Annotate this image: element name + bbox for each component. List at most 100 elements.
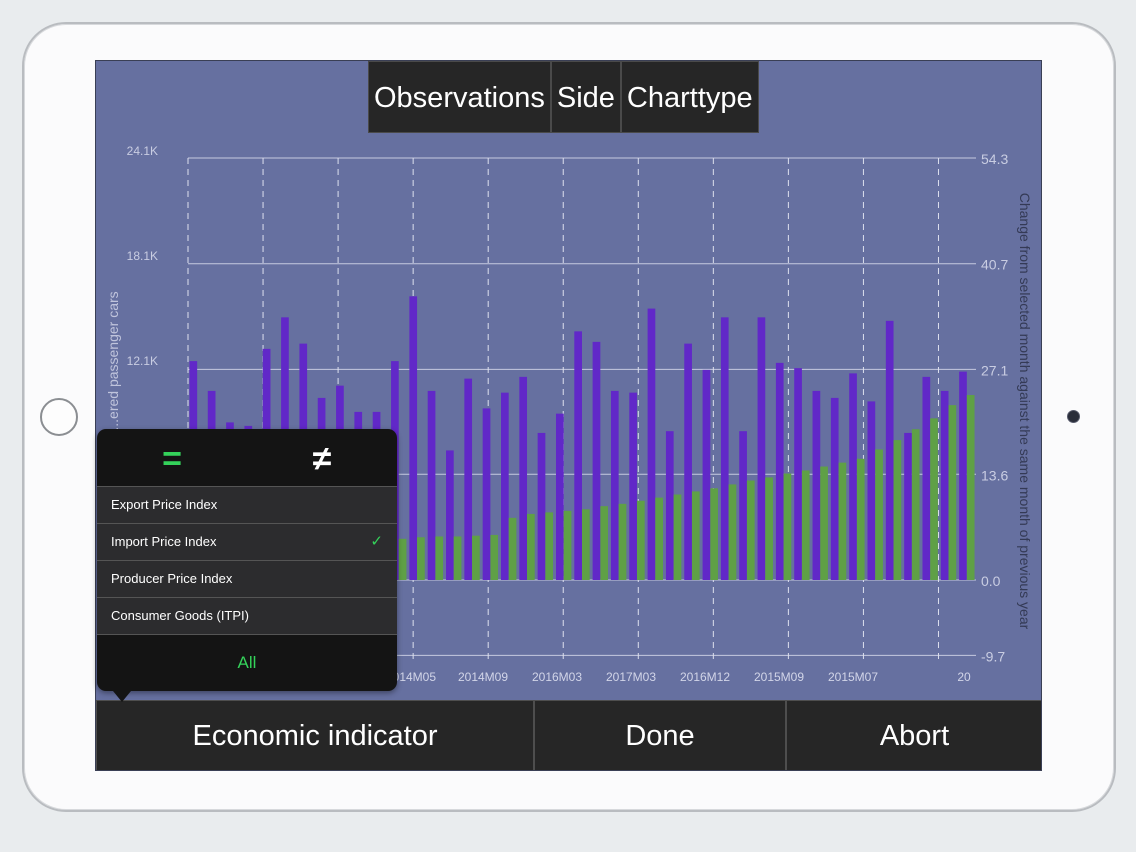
popover-arrow	[113, 691, 131, 702]
bar-registrations	[555, 413, 564, 580]
equal-operator-button[interactable]: =	[97, 429, 247, 486]
checkmark-icon: ✓	[370, 533, 383, 550]
bar-registrations	[959, 371, 967, 580]
bar-registrations	[867, 401, 876, 580]
bar-registrations	[849, 373, 857, 580]
bar-registrations	[610, 390, 619, 580]
bar-registrations	[739, 431, 747, 580]
bar-change	[691, 491, 700, 580]
tab-side[interactable]: Side	[550, 61, 621, 133]
bar-change	[893, 440, 902, 580]
bar-change	[490, 534, 499, 580]
x-axis-tick-label: 2017M03	[606, 670, 656, 684]
bar-registrations	[904, 432, 912, 580]
bar-registrations	[464, 378, 473, 580]
bar-registrations	[446, 450, 454, 580]
not-equal-operator-button[interactable]: ≠	[247, 429, 397, 486]
home-button[interactable]	[40, 398, 78, 436]
bar-change	[746, 480, 755, 580]
left-axis-label: ...ered passenger cars	[105, 291, 121, 430]
option-producer-price-index[interactable]: Producer Price Index	[97, 560, 397, 597]
operator-row: = ≠	[97, 429, 397, 486]
bar-registrations	[629, 392, 637, 580]
bar-registrations	[830, 397, 839, 580]
bar-registrations	[720, 317, 729, 580]
abort-button[interactable]: Abort	[786, 700, 1041, 770]
bar-registrations	[592, 341, 601, 580]
bar-change	[728, 484, 737, 580]
bar-registrations	[812, 390, 821, 580]
right-axis-label: Change from selected month against the s…	[1017, 193, 1033, 630]
option-export-price-index[interactable]: Export Price Index	[97, 486, 397, 523]
bar-change	[966, 395, 975, 580]
bar-registrations	[574, 331, 582, 580]
economic-indicator-button[interactable]: Economic indicator	[96, 700, 534, 770]
bar-change	[783, 473, 792, 580]
right-axis-tick-label: 0.0	[981, 573, 1001, 589]
bar-change	[911, 429, 920, 580]
x-axis-tick-label: 2015M09	[754, 670, 804, 684]
left-axis-tick-label: 24.1K	[127, 144, 158, 158]
option-label: Export Price Index	[111, 497, 218, 512]
right-axis-tick-label: -9.7	[981, 648, 1005, 664]
bar-registrations	[482, 408, 491, 580]
bar-change	[563, 510, 572, 580]
top-toolbar: Observations Side Charttype	[368, 61, 759, 133]
bar-registrations	[537, 432, 546, 580]
bar-change	[618, 503, 627, 580]
bar-change	[948, 405, 957, 580]
option-import-price-index[interactable]: Import Price Index ✓	[97, 523, 397, 560]
bar-change	[655, 497, 663, 580]
bar-registrations	[647, 308, 656, 580]
done-button[interactable]: Done	[534, 700, 786, 770]
option-consumer-goods-itpi[interactable]: Consumer Goods (ITPI)	[97, 597, 397, 634]
bar-change	[398, 538, 407, 580]
bar-change	[820, 466, 828, 580]
option-label: Producer Price Index	[111, 571, 233, 586]
bar-registrations	[922, 376, 931, 580]
bar-registrations	[940, 390, 949, 580]
all-button[interactable]: All	[97, 634, 397, 691]
bar-change	[508, 517, 517, 580]
bar-registrations	[665, 431, 674, 580]
bar-registrations	[775, 362, 784, 580]
bar-change	[838, 462, 847, 580]
bar-change	[875, 449, 883, 580]
bar-change	[545, 512, 554, 580]
bar-change	[582, 509, 590, 580]
tab-charttype[interactable]: Charttype	[620, 61, 759, 133]
option-label: Import Price Index	[111, 534, 217, 549]
bar-registrations	[409, 296, 418, 580]
x-axis-tick-label: 2014M09	[458, 670, 508, 684]
bar-change	[765, 477, 773, 580]
bar-registrations	[427, 390, 436, 580]
bar-registrations	[501, 392, 509, 580]
bar-change	[417, 537, 425, 580]
left-axis-tick-label: 18.1K	[127, 249, 158, 263]
indicator-popover: = ≠ Export Price Index Import Price Inde…	[97, 429, 397, 702]
bar-registrations	[519, 376, 528, 580]
bar-change	[600, 506, 609, 580]
bar-change	[636, 500, 645, 580]
right-axis-tick-label: 40.7	[981, 257, 1008, 273]
bar-change	[856, 458, 865, 580]
bar-change	[930, 418, 938, 580]
bar-change	[673, 494, 682, 580]
bar-change	[472, 535, 480, 580]
bar-registrations	[885, 320, 894, 580]
left-axis-tick-label: 12.1K	[127, 354, 158, 368]
right-axis-tick-label: 27.1	[981, 362, 1008, 378]
tab-observations[interactable]: Observations	[368, 61, 551, 133]
bar-change	[801, 470, 810, 580]
option-label: Consumer Goods (ITPI)	[111, 608, 249, 623]
camera-icon	[1067, 410, 1080, 423]
x-axis-tick-label: 2015M07	[828, 670, 878, 684]
bar-change	[435, 536, 444, 580]
right-axis-tick-label: 54.3	[981, 151, 1008, 167]
x-axis-tick-label: 20	[957, 670, 971, 684]
bar-change	[710, 488, 718, 580]
bar-registrations	[794, 368, 802, 580]
bar-registrations	[684, 343, 692, 580]
bar-registrations	[757, 317, 766, 580]
bar-change	[453, 536, 462, 580]
